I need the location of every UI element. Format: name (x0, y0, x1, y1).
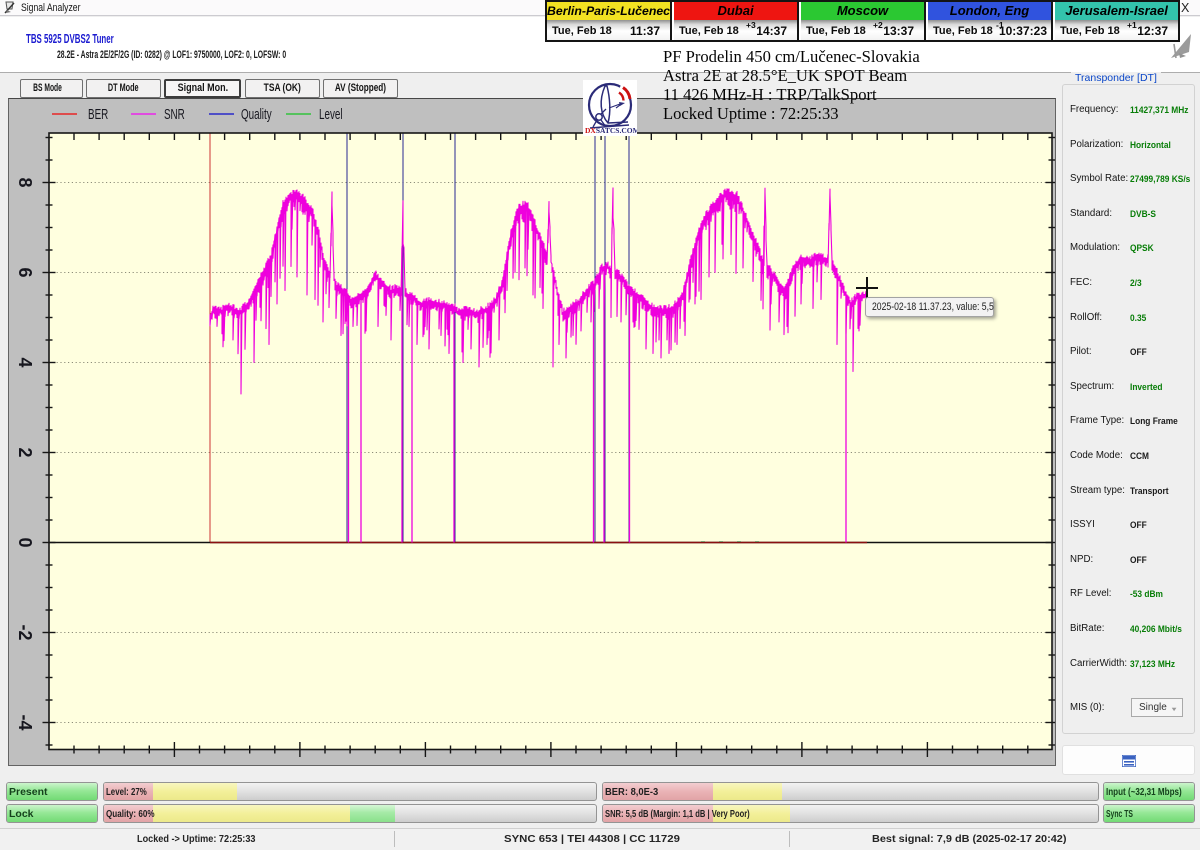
svg-text:Level: Level (319, 106, 343, 122)
svg-text:Quality: Quality (241, 106, 272, 122)
svg-text:6: 6 (15, 267, 35, 277)
svg-text:0: 0 (15, 537, 35, 547)
svg-text:4: 4 (15, 357, 35, 367)
svg-text:8: 8 (15, 177, 35, 187)
svg-text:DXSATCS.COM: DXSATCS.COM (585, 126, 637, 135)
svg-text:SNR: SNR (164, 106, 185, 122)
svg-text:2: 2 (15, 447, 35, 457)
svg-text:BER: BER (88, 106, 108, 122)
svg-text:-2: -2 (15, 624, 35, 640)
svg-text:-4: -4 (15, 714, 35, 730)
